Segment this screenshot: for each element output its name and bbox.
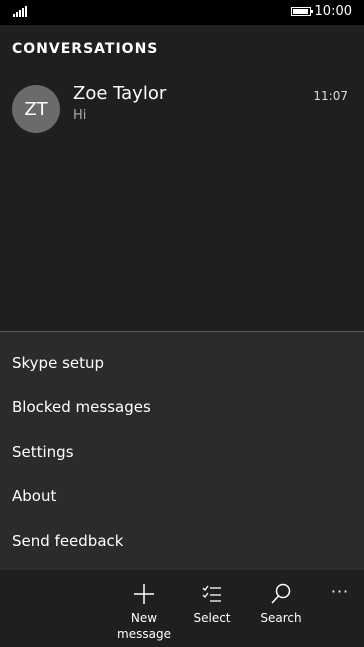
more-options-button[interactable]: ··· xyxy=(326,582,354,602)
menu-item-skype-setup[interactable]: Skype setup xyxy=(0,341,364,385)
status-bar: 10:00 xyxy=(0,0,364,25)
select-label: Select xyxy=(193,611,231,625)
battery-full-icon xyxy=(291,7,313,16)
appbar-menu: Skype setup Blocked messages Settings Ab… xyxy=(0,332,364,570)
new-message-label: New message xyxy=(117,611,171,641)
signal-strength-icon xyxy=(13,6,29,17)
menu-item-blocked-messages[interactable]: Blocked messages xyxy=(0,385,364,429)
menu-item-send-feedback[interactable]: Send feedback xyxy=(0,519,364,563)
select-list-icon xyxy=(202,585,221,602)
select-button[interactable]: Select xyxy=(184,570,240,647)
conversation-item[interactable]: ZT Zoe Taylor Hi 11:07 xyxy=(0,81,364,141)
new-message-button[interactable]: New message xyxy=(116,570,172,647)
search-label: Search xyxy=(260,611,302,625)
status-time: 10:00 xyxy=(314,4,352,19)
contact-name: Zoe Taylor xyxy=(73,83,167,104)
message-time: 11:07 xyxy=(313,89,348,103)
menu-item-settings[interactable]: Settings xyxy=(0,430,364,474)
message-preview: Hi xyxy=(73,108,87,123)
conversations-page: CONVERSATIONS ZT Zoe Taylor Hi 11:07 xyxy=(0,25,364,331)
page-title: CONVERSATIONS xyxy=(12,41,159,57)
search-button[interactable]: Search xyxy=(253,570,309,647)
avatar: ZT xyxy=(12,85,60,133)
plus-icon xyxy=(134,584,154,604)
app-bar: New message Select Search ··· xyxy=(0,570,364,647)
search-icon xyxy=(271,583,291,604)
menu-item-about[interactable]: About xyxy=(0,474,364,518)
